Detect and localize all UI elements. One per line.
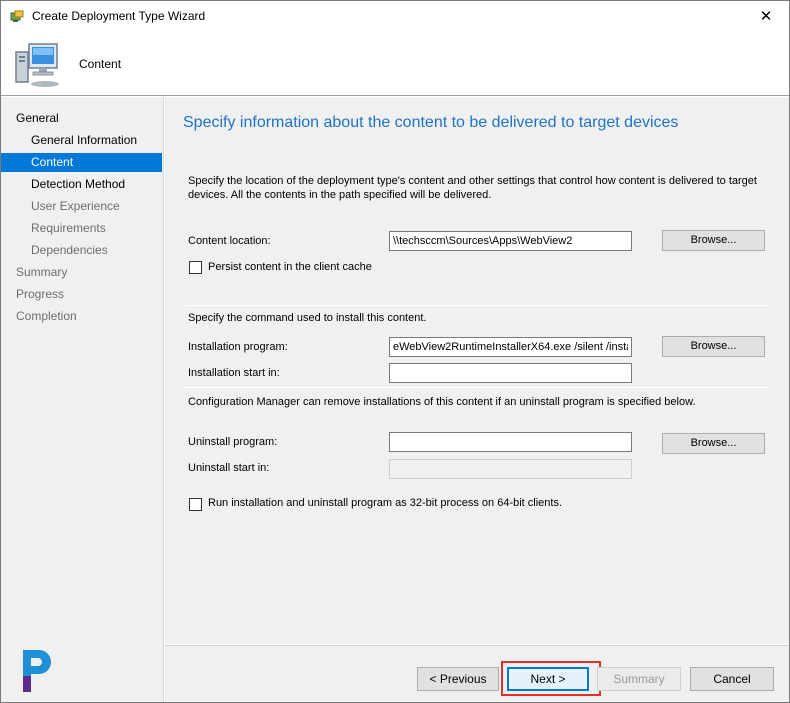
uninstall-start-in-label: Uninstall start in:: [188, 462, 270, 474]
installation-start-in-label: Installation start in:: [188, 367, 280, 379]
cancel-button[interactable]: Cancel: [690, 667, 774, 691]
close-icon[interactable]: ✕: [743, 1, 789, 31]
page-heading: Specify information about the content to…: [183, 114, 679, 131]
nav-item-summary: Summary: [16, 265, 68, 279]
nav-item-general-information[interactable]: General Information: [1, 131, 162, 150]
uninstall-program-input[interactable]: [389, 432, 632, 452]
uninstall-program-browse-button[interactable]: Browse...: [662, 433, 765, 454]
run-32bit-checkbox[interactable]: [189, 498, 202, 511]
title-bar: Create Deployment Type Wizard ✕: [1, 1, 789, 32]
nav-item-completion: Completion: [16, 309, 77, 323]
content-panel: Specify information about the content to…: [165, 97, 789, 644]
persist-cache-label: Persist content in the client cache: [208, 261, 372, 273]
header-title: Content: [79, 57, 122, 71]
uninstall-start-in-input: [389, 459, 632, 479]
nav-item-dependencies: Dependencies: [31, 243, 108, 257]
nav-item-requirements: Requirements: [31, 221, 106, 235]
content-location-browse-button[interactable]: Browse...: [662, 230, 765, 251]
wizard-window: Create Deployment Type Wizard ✕ Content …: [0, 0, 790, 703]
summary-button: Summary: [597, 667, 681, 691]
previous-button[interactable]: < Previous: [417, 667, 499, 691]
nav-item-user-experience: User Experience: [31, 199, 120, 213]
content-location-input[interactable]: [389, 231, 632, 251]
run-32bit-label: Run installation and uninstall program a…: [208, 497, 563, 509]
install-section-label: Specify the command used to install this…: [188, 312, 427, 324]
nav-item-general[interactable]: General: [1, 109, 162, 128]
separator: [185, 387, 768, 388]
installation-start-in-input[interactable]: [389, 363, 632, 383]
wizard-footer: < Previous Next > Summary Cancel: [165, 645, 789, 702]
wizard-app-icon: [10, 10, 24, 22]
nav-item-content[interactable]: Content: [1, 153, 162, 172]
next-button[interactable]: Next >: [507, 667, 589, 691]
uninstall-program-label: Uninstall program:: [188, 436, 278, 448]
computer-icon: [15, 43, 59, 87]
p-logo-icon: [23, 650, 51, 692]
content-location-label: Content location:: [188, 235, 271, 247]
installation-program-label: Installation program:: [188, 341, 288, 353]
installation-program-browse-button[interactable]: Browse...: [662, 336, 765, 357]
separator: [185, 305, 768, 306]
wizard-sidebar: General General Information Content Dete…: [1, 97, 164, 702]
nav-item-progress: Progress: [16, 287, 65, 301]
window-title: Create Deployment Type Wizard: [32, 9, 206, 23]
uninstall-section-label: Configuration Manager can remove install…: [188, 396, 696, 408]
persist-cache-checkbox[interactable]: [189, 261, 202, 274]
nav-item-detection-method[interactable]: Detection Method: [1, 175, 162, 194]
content-description: Specify the location of the deployment t…: [188, 175, 757, 201]
wizard-header: Content: [1, 32, 789, 96]
installation-program-input[interactable]: [389, 337, 632, 357]
